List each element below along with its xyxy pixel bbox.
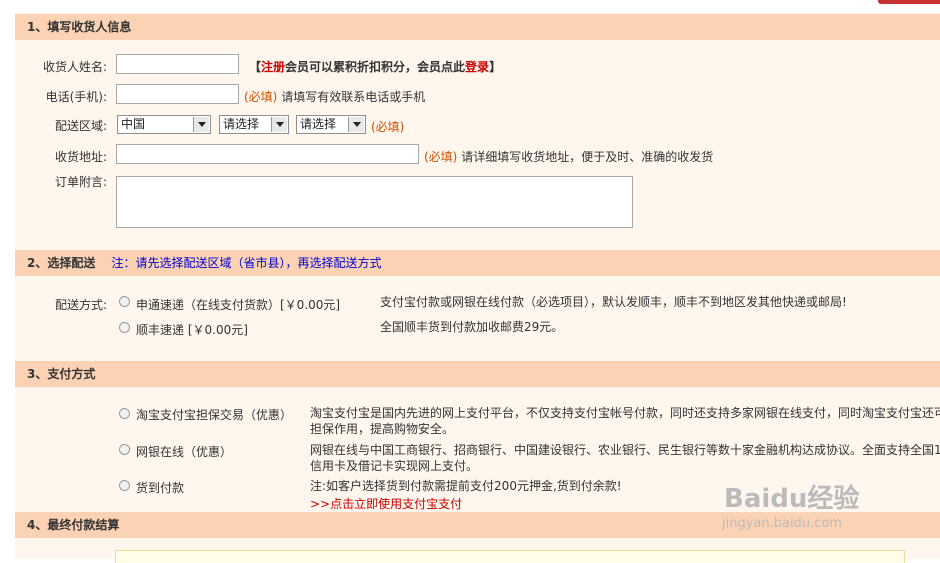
section-payment-title: 3、支付方式	[27, 367, 96, 381]
order-note-label: 订单附言:	[54, 175, 107, 189]
payment-option-cod-label: 货到付款	[136, 481, 185, 495]
shipping-option-sto-desc: 支付宝付款或网银在线付款（必选项目），默认发顺丰，顺丰不到地区发其他快递或邮局!	[380, 295, 847, 309]
shipping-option-sf-label: 顺丰速递 [￥0.00元]	[136, 323, 248, 337]
phone-label: 电话(手机):	[45, 90, 107, 104]
order-note-textarea[interactable]	[116, 176, 633, 228]
section-settlement-title: 4、最终付款结算	[27, 518, 120, 532]
address-input[interactable]	[116, 144, 419, 164]
chevron-down-icon	[193, 117, 209, 132]
shipping-option-sf-desc: 全国顺丰货到付款加收邮费29元。	[380, 320, 564, 334]
phone-input[interactable]	[116, 84, 239, 104]
payment-option-cod-desc: 注:如客户选择货到付款需提前支付200元押金,货到付余款!	[310, 479, 622, 493]
payment-option-chinabank-label: 网银在线（优惠）	[136, 445, 233, 459]
chevron-down-icon	[271, 117, 287, 132]
country-select[interactable]: 中国	[117, 115, 211, 134]
section-shipping-header: 2、选择配送 注：请先选择配送区域（省市县），再选择配送方式	[15, 250, 940, 276]
consignee-name-input[interactable]	[116, 54, 239, 74]
address-label: 收货地址:	[54, 150, 107, 164]
payment-option-alipay-label: 淘宝支付宝担保交易（优惠）	[136, 408, 293, 422]
shipping-option-sto-label: 申通速递（在线支付货款）[￥0.00元]	[136, 298, 341, 312]
login-link[interactable]: 登录	[465, 60, 489, 74]
section-consignee-title: 1、填写收货人信息	[27, 20, 132, 34]
region-label: 配送区域:	[54, 119, 107, 133]
payment-option-alipay-radio[interactable]	[119, 408, 130, 419]
address-hint: (必填) 请详细填写收货地址，便于及时、准确的收发货	[424, 150, 714, 164]
section-shipping-title: 2、选择配送	[27, 256, 96, 270]
watermark-logo: Baidu经验	[724, 484, 860, 514]
payment-option-chinabank-desc: 网银在线与中国工商银行、招商银行、中国建设银行、农业银行、民生银行等数十家金融机…	[310, 443, 940, 473]
member-prompt: 【注册会员可以累积折扣积分，会员点此登录】	[249, 60, 502, 74]
shipping-option-sto-radio[interactable]	[119, 296, 130, 307]
city-select[interactable]: 请选择	[296, 115, 366, 134]
phone-hint: (必填) 请填写有效联系电话或手机	[244, 90, 426, 104]
baidu-jingyan-watermark: Baidu经验 jingyan.baidu.com	[722, 478, 860, 531]
alipay-pay-now-link[interactable]: >>点击立即使用支付宝支付	[310, 495, 462, 512]
consignee-name-label: 收货人姓名:	[42, 60, 107, 74]
top-right-tab-edge	[878, 0, 940, 4]
shipping-option-sf-radio[interactable]	[119, 322, 130, 333]
province-select[interactable]: 请选择	[219, 115, 289, 134]
watermark-url: jingyan.baidu.com	[722, 516, 842, 531]
section-payment-header: 3、支付方式	[15, 361, 940, 387]
chevron-down-icon	[348, 117, 364, 132]
payment-option-alipay-desc: 淘宝支付宝是国内先进的网上支付平台，不仅支持支付宝帐号付款，同时还支持多家网银在…	[310, 406, 940, 436]
shipping-method-label: 配送方式:	[54, 298, 107, 312]
payment-option-chinabank-radio[interactable]	[119, 444, 130, 455]
register-link[interactable]: 注册	[261, 60, 285, 74]
payment-option-cod-radio[interactable]	[119, 480, 130, 491]
section-consignee-header: 1、填写收货人信息	[15, 14, 940, 40]
shipping-note: 注：请先选择配送区域（省市县），再选择配送方式	[111, 256, 382, 270]
region-required: (必填)	[371, 120, 405, 134]
settlement-box	[115, 550, 905, 563]
